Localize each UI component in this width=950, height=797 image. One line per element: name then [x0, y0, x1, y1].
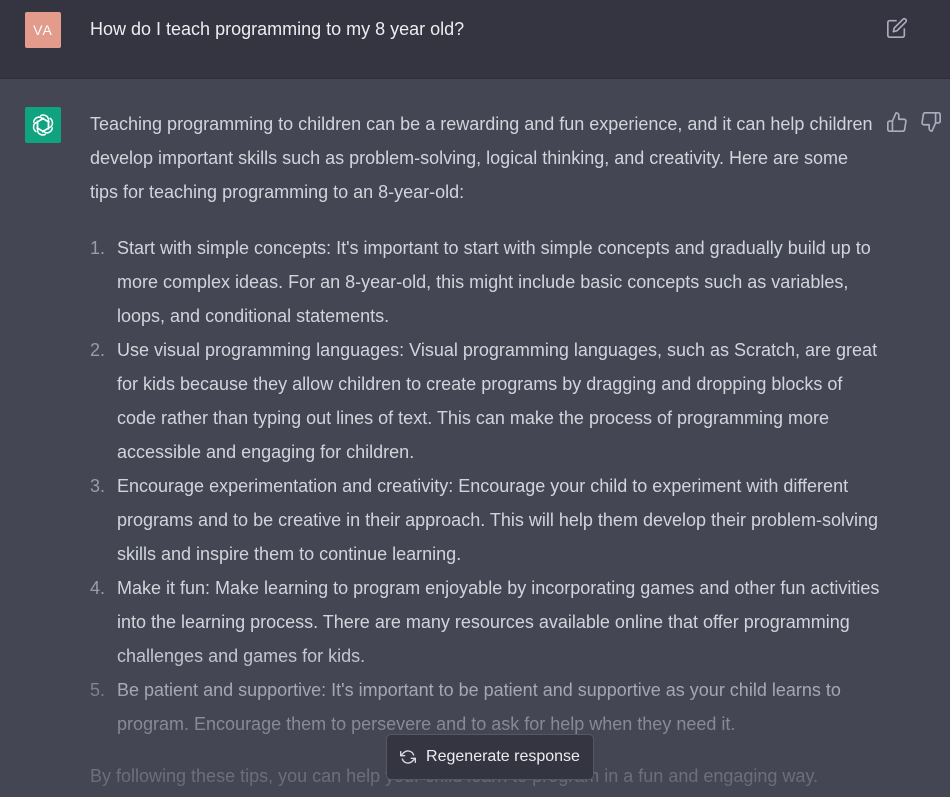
list-number: 1.: [90, 238, 106, 258]
assistant-answer: Teaching programming to children can be …: [90, 107, 880, 741]
list-item: 5. Be patient and supportive: It's import…: [90, 673, 880, 741]
chat-page: VA How do I teach programming to my 8 ye…: [0, 0, 950, 797]
regenerate-label: Regenerate response: [426, 748, 580, 765]
regenerate-response-button[interactable]: Regenerate response: [386, 734, 594, 780]
assistant-message-row: Teaching programming to children can be …: [0, 79, 950, 797]
list-number: 2.: [90, 340, 106, 360]
edit-icon[interactable]: [886, 17, 908, 39]
thumbs-up-icon[interactable]: [886, 111, 908, 133]
list-number: 5.: [90, 680, 106, 700]
list-text: Encourage experimentation and creativity…: [117, 476, 879, 564]
user-message-row: VA How do I teach programming to my 8 ye…: [0, 0, 950, 79]
tips-list: 1. Start with simple concepts: It's impor…: [90, 231, 880, 741]
list-text: Start with simple concepts: It's importa…: [117, 238, 871, 326]
user-avatar: VA: [25, 12, 61, 48]
list-text: Be patient and supportive: It's importan…: [117, 680, 841, 734]
refresh-icon: [400, 750, 417, 764]
list-number: 3.: [90, 476, 106, 496]
list-item: 2. Use visual programming languages: Visu…: [90, 333, 880, 469]
thumbs-down-icon[interactable]: [920, 111, 942, 133]
user-message-text: How do I teach programming to my 8 year …: [90, 19, 465, 39]
assistant-avatar: [25, 107, 61, 143]
list-item: 4. Make it fun: Make learning to program …: [90, 571, 880, 673]
list-item: 3. Encourage experimentation and creativi…: [90, 469, 880, 571]
list-item: 1. Start with simple concepts: It's impor…: [90, 231, 880, 333]
answer-intro: Teaching programming to children can be …: [90, 114, 873, 202]
openai-logo-icon: [32, 114, 54, 136]
list-text: Use visual programming languages: Visual…: [117, 340, 878, 462]
list-text: Make it fun: Make learning to program en…: [117, 578, 880, 666]
list-number: 4.: [90, 578, 106, 598]
